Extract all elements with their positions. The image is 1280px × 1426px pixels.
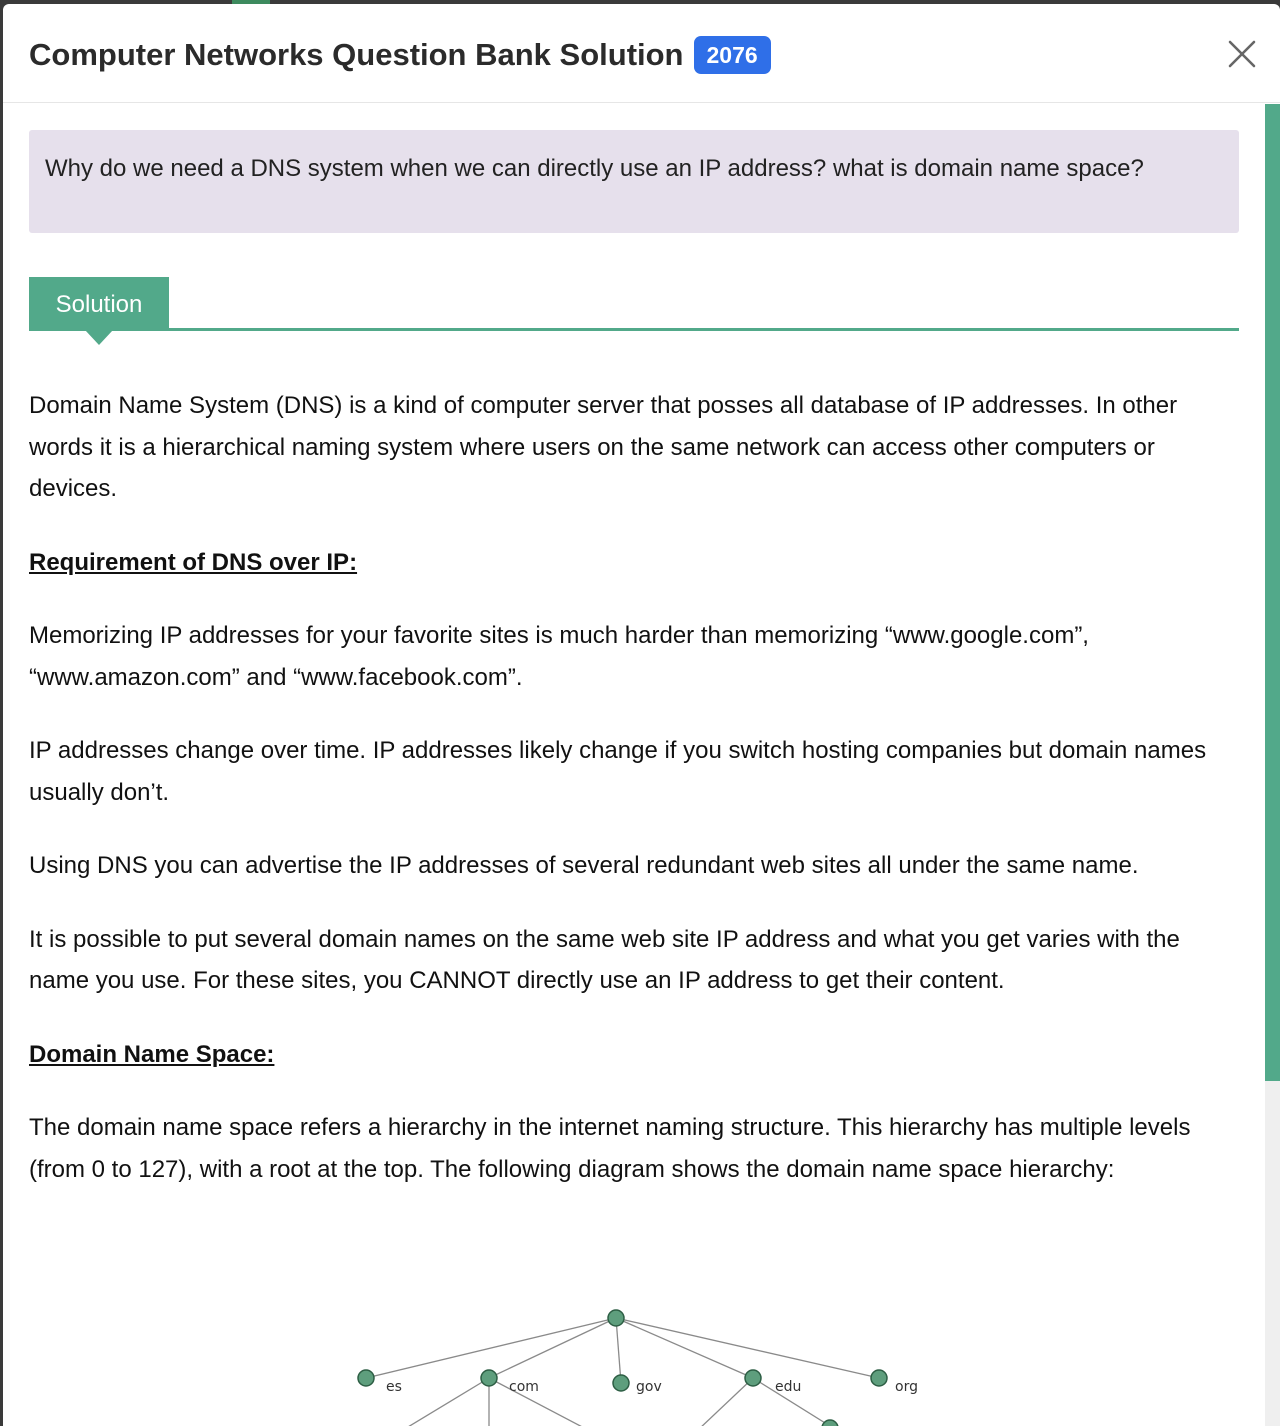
solution-tab: Solution: [29, 277, 169, 331]
year-badge: 2076: [693, 35, 771, 74]
intro-paragraph: Domain Name System (DNS) is a kind of co…: [29, 392, 1178, 502]
label-gov: gov: [636, 1379, 662, 1395]
requirement-paragraph-3: Using DNS you can advertise the IP addre…: [29, 852, 1139, 879]
solution-header: Solution: [29, 277, 1239, 349]
node-root: [607, 1309, 625, 1327]
close-icon: [1228, 40, 1256, 68]
label-com: com: [509, 1379, 539, 1395]
node-edu: [744, 1369, 762, 1387]
node-org: [870, 1369, 888, 1387]
solution-tab-pointer: [85, 330, 113, 345]
node-edu-child: [821, 1419, 839, 1426]
modal-title-text: Computer Networks Question Bank Solution: [29, 37, 684, 72]
domain-space-paragraph: The domain name space refers a hierarchy…: [29, 1114, 1191, 1183]
label-es: es: [386, 1379, 402, 1395]
edge-root-edu: [615, 1317, 754, 1379]
edge-com-child-1: [408, 1377, 490, 1426]
question-box: Why do we need a DNS system when we can …: [29, 130, 1239, 233]
modal-title: Computer Networks Question Bank Solution…: [29, 35, 771, 74]
domain-name-space-diagram: es com gov edu org: [343, 1294, 943, 1426]
requirement-paragraph-2: IP addresses change over time. IP addres…: [29, 737, 1207, 806]
requirement-paragraph-4: It is possible to put several domain nam…: [29, 925, 1180, 995]
edge-edu-child-1: [701, 1377, 754, 1426]
edge-root-gov: [615, 1317, 622, 1384]
domain-space-heading: Domain Name Space:: [29, 1040, 275, 1068]
label-edu: edu: [775, 1379, 801, 1395]
node-gov: [612, 1374, 630, 1392]
solution-body: Domain Name System (DNS) is a kind of co…: [29, 385, 1239, 1190]
label-org: org: [895, 1379, 918, 1395]
modal-content: Why do we need a DNS system when we can …: [29, 130, 1239, 1222]
scrollbar[interactable]: [1265, 104, 1280, 1426]
solution-modal: Computer Networks Question Bank Solution…: [3, 4, 1280, 1426]
edge-root-es: [365, 1317, 617, 1379]
modal-header: Computer Networks Question Bank Solution…: [3, 4, 1280, 103]
solution-divider: [29, 328, 1239, 331]
node-es: [357, 1369, 375, 1387]
requirement-paragraph-1: Memorizing IP addresses for your favorit…: [29, 622, 1089, 691]
close-button[interactable]: [1225, 37, 1259, 71]
node-com: [480, 1369, 498, 1387]
edge-root-org: [615, 1317, 880, 1379]
scrollbar-thumb[interactable]: [1265, 104, 1280, 1081]
edge-root-com: [488, 1317, 617, 1379]
requirement-heading: Requirement of DNS over IP:: [29, 548, 358, 576]
